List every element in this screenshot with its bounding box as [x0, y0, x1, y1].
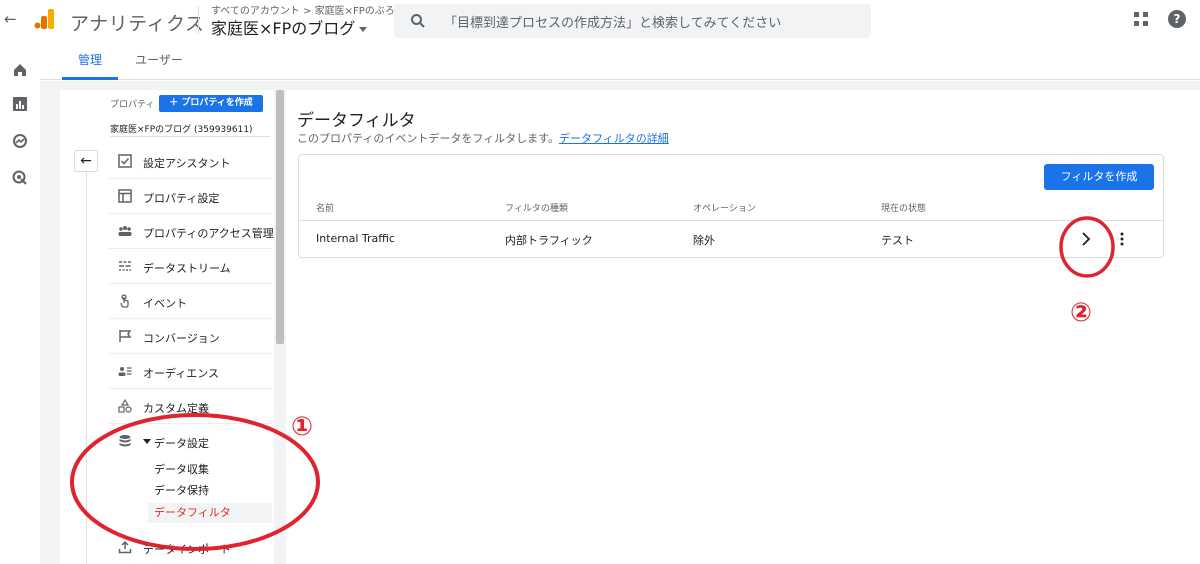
people-icon — [118, 226, 132, 236]
description-text: このプロパティのイベントデータをフィルタします。 — [297, 132, 560, 145]
explore-icon[interactable] — [12, 133, 28, 149]
nav-item-property-access[interactable]: プロパティのアクセス管理 — [108, 214, 274, 249]
cell-name: Internal Traffic — [316, 232, 395, 245]
column-header-filter-type[interactable]: フィルタの種類 — [505, 201, 568, 214]
analytics-logo-icon — [34, 9, 54, 29]
property-name: 家庭医×FPのブログ — [211, 19, 356, 38]
property-selector[interactable]: 家庭医×FPのブログ — [211, 15, 368, 39]
search-icon — [411, 14, 425, 28]
back-arrow-icon[interactable]: ← — [4, 10, 20, 28]
learn-more-link[interactable]: データフィルタの詳細 — [559, 132, 669, 145]
left-rail — [0, 40, 40, 564]
reports-icon[interactable] — [12, 96, 28, 112]
nav-label: 設定アシスタント — [143, 157, 231, 170]
flag-icon — [119, 330, 132, 342]
nav-item-audiences[interactable]: オーディエンス — [108, 354, 272, 389]
shapes-icon — [118, 399, 132, 413]
tab-admin[interactable]: 管理 — [62, 40, 118, 80]
search-placeholder: 「目標到達プロセスの作成方法」と検索してみてください — [444, 16, 782, 31]
nav-item-setup-assistant[interactable]: 設定アシスタント — [108, 144, 272, 179]
property-divider — [110, 136, 270, 137]
create-filter-button[interactable]: フィルタを作成 — [1044, 164, 1154, 190]
nav-item-data-import[interactable]: データインポート — [108, 530, 272, 564]
property-column-scrollbar[interactable] — [276, 90, 284, 344]
nav-label: データインポート — [143, 543, 231, 556]
collapse-back-button[interactable]: ← — [74, 150, 98, 172]
search-bar[interactable]: 「目標到達プロセスの作成方法」と検索してみてください — [394, 4, 871, 38]
nav-label: プロパティのアクセス管理 — [143, 227, 274, 240]
touch-icon — [120, 294, 129, 308]
sub-item-data-collection[interactable]: データ収集 — [148, 460, 272, 480]
sub-item-data-retention[interactable]: データ保持 — [148, 481, 272, 501]
active-tab-indicator — [62, 77, 118, 80]
apps-grid-icon[interactable] — [1134, 12, 1148, 26]
annotation-marker-1: ① — [291, 412, 314, 442]
column-header-operation[interactable]: オペレーション — [693, 201, 756, 214]
nav-item-custom-definitions[interactable]: カスタム定義 — [108, 389, 272, 424]
window-icon — [118, 189, 132, 203]
nav-label: データストリーム — [143, 262, 231, 275]
column-header-status[interactable]: 現在の状態 — [881, 201, 926, 214]
nav-label: プロパティ設定 — [143, 192, 220, 205]
nav-label: コンバージョン — [143, 332, 220, 345]
nav-item-conversions[interactable]: コンバージョン — [108, 319, 272, 354]
page-description: このプロパティのイベントデータをフィルタします。データフィルタの詳細 — [297, 130, 669, 146]
table-header-divider — [299, 220, 1163, 221]
top-bar: ← アナリティクス すべてのアカウント > 家庭医×FPのぶろぐ 家庭医×FPの… — [0, 0, 1200, 40]
streams-icon — [119, 261, 131, 271]
nav-label: イベント — [143, 297, 187, 310]
caret-down-icon — [143, 439, 151, 444]
chevron-right-icon[interactable] — [1080, 231, 1092, 247]
nav-guide-line — [86, 172, 87, 564]
tab-user[interactable]: ユーザー — [124, 40, 194, 80]
page-title: データフィルタ — [297, 111, 416, 131]
nav-label: データ設定 — [154, 437, 209, 450]
audience-icon — [118, 367, 132, 376]
admin-tabs: 管理 ユーザー — [40, 40, 1200, 80]
cell-operation: 除外 — [693, 234, 715, 247]
sub-item-data-filters[interactable]: データフィルタ — [148, 503, 272, 523]
advertising-icon[interactable] — [12, 170, 28, 186]
more-vert-icon[interactable] — [1119, 232, 1125, 246]
property-id: 家庭医×FPのブログ (359939611) — [110, 125, 253, 135]
annotation-marker-2: ② — [1070, 298, 1093, 328]
brand-name: アナリティクス — [70, 13, 205, 35]
home-icon[interactable] — [12, 62, 28, 78]
cell-filter-type: 内部トラフィック — [505, 234, 593, 247]
nav-item-data-streams[interactable]: データストリーム — [108, 249, 272, 284]
help-icon[interactable]: ? — [1168, 10, 1186, 28]
cell-status: テスト — [881, 234, 914, 247]
column-header-name[interactable]: 名前 — [316, 201, 334, 214]
caret-down-icon — [359, 27, 368, 32]
nav-item-property-settings[interactable]: プロパティ設定 — [108, 179, 272, 214]
nav-item-events[interactable]: イベント — [108, 284, 272, 319]
nav-label: オーディエンス — [143, 367, 220, 380]
database-icon — [119, 435, 131, 447]
upload-icon — [118, 540, 132, 554]
property-label: プロパティ — [110, 100, 155, 110]
checkbox-icon — [118, 154, 132, 168]
header-divider — [198, 6, 199, 34]
nav-label: カスタム定義 — [143, 402, 209, 415]
nav-item-data-settings[interactable]: データ設定 — [108, 424, 272, 459]
create-property-button[interactable]: ＋ プロパティを作成 — [159, 95, 263, 112]
